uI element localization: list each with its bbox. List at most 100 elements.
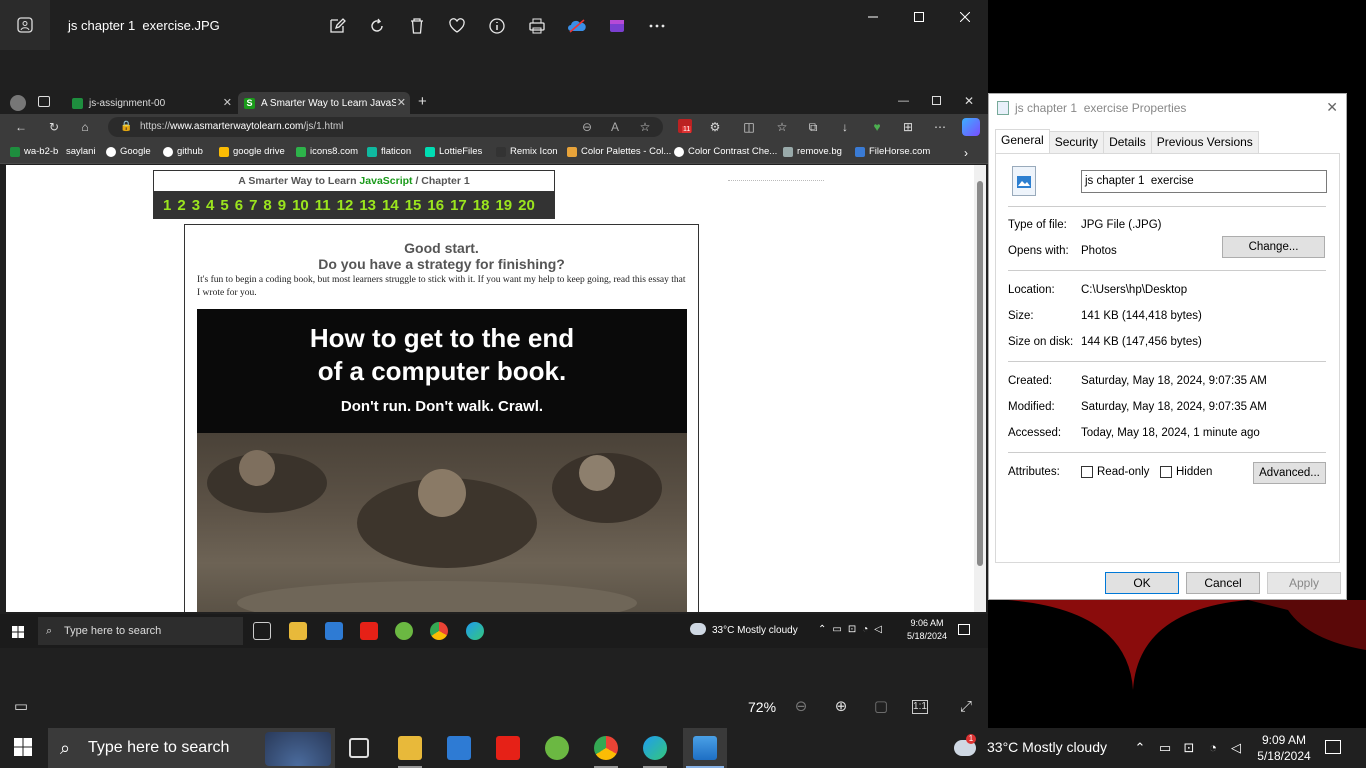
maximize-icon[interactable] <box>896 0 942 34</box>
tab-close-icon[interactable]: ✕ <box>223 96 232 109</box>
extensions-icon[interactable]: ⚙ <box>708 120 722 134</box>
volume-muted-icon[interactable]: ◁ <box>1228 740 1244 756</box>
actual-size-icon[interactable]: 1:1 <box>912 700 928 714</box>
chapter-link[interactable]: 1 <box>160 197 174 214</box>
favorites-icon[interactable]: ☆ <box>775 120 789 134</box>
settings-more-icon[interactable]: ⋯ <box>933 120 947 134</box>
tab-security[interactable]: Security <box>1048 131 1105 153</box>
task-view-icon[interactable] <box>349 738 369 758</box>
chapter-link[interactable]: 2 <box>174 197 188 214</box>
start-button-icon[interactable] <box>14 738 34 758</box>
chapter-link[interactable]: 7 <box>246 197 260 214</box>
rotate-icon[interactable] <box>362 12 392 40</box>
chapter-link[interactable]: 5 <box>217 197 231 214</box>
change-button[interactable]: Change... <box>1222 236 1325 258</box>
fav-lottiefiles[interactable]: LottieFiles <box>425 146 482 157</box>
fav-color-palettes[interactable]: Color Palettes - Col... <box>567 146 671 157</box>
minimize-icon[interactable] <box>850 0 896 34</box>
chapter-link[interactable]: 20 <box>515 197 538 214</box>
chapter-link[interactable]: 4 <box>203 197 217 214</box>
weather-text[interactable]: 33°C Mostly cloudy <box>987 739 1107 755</box>
readonly-checkbox[interactable]: Read-only <box>1081 466 1149 478</box>
fav-wa-b2-b[interactable]: wa-b2-b <box>10 146 58 157</box>
fav-github[interactable]: github <box>163 146 203 157</box>
chapter-link[interactable]: 12 <box>334 197 357 214</box>
chapter-link[interactable]: 19 <box>492 197 515 214</box>
tab-previous-versions[interactable]: Previous Versions <box>1150 131 1259 153</box>
edge-icon[interactable] <box>643 736 667 760</box>
chapter-link[interactable]: 18 <box>470 197 493 214</box>
chapter-link[interactable]: 17 <box>447 197 470 214</box>
close-icon[interactable] <box>942 0 988 34</box>
fav-saylani[interactable]: saylani <box>66 146 96 157</box>
chapter-link[interactable]: 13 <box>356 197 379 214</box>
search-box[interactable]: ⌕ Type here to search <box>48 728 335 768</box>
chapter-link[interactable]: 8 <box>260 197 274 214</box>
fav-google-drive[interactable]: google drive <box>219 146 285 157</box>
clock[interactable]: 9:09 AM 5/18/2024 <box>1251 732 1317 764</box>
copilot-icon[interactable] <box>962 118 980 136</box>
hidden-checkbox[interactable]: Hidden <box>1160 466 1212 478</box>
chapter-link[interactable]: 3 <box>189 197 203 214</box>
essay-banner-image[interactable]: How to get to the end of a computer book… <box>197 309 687 612</box>
battery-icon[interactable]: ▭ <box>1157 740 1173 756</box>
info-icon[interactable] <box>482 12 512 40</box>
zoom-out-icon[interactable]: ⊖ <box>792 698 810 716</box>
webpage-scrollbar[interactable] <box>974 165 986 612</box>
tab-smarter-way[interactable]: S A Smarter Way to Learn JavaScript ✕ <box>238 92 410 114</box>
chapter-link[interactable]: 9 <box>275 197 289 214</box>
file-explorer-icon[interactable] <box>398 736 422 760</box>
read-aloud-icon[interactable]: A <box>608 120 622 134</box>
apps-icon[interactable]: ⊞ <box>901 120 915 134</box>
chapter-link[interactable]: 16 <box>424 197 447 214</box>
apply-button[interactable]: Apply <box>1267 572 1341 594</box>
notification-center-icon[interactable] <box>1325 740 1341 754</box>
youtube-icon[interactable] <box>496 736 520 760</box>
favorites-more-icon[interactable]: › <box>964 146 968 160</box>
filmstrip-icon[interactable]: ▭ <box>12 698 30 716</box>
tab-js-assignment[interactable]: js-assignment-00 ✕ <box>66 92 236 114</box>
home-icon[interactable]: ⌂ <box>78 120 92 134</box>
clipchamp-icon[interactable] <box>602 12 632 40</box>
print-icon[interactable] <box>522 12 552 40</box>
advanced-button[interactable]: Advanced... <box>1253 462 1326 484</box>
fav-google[interactable]: Google <box>106 146 151 157</box>
split-screen-icon[interactable]: ◫ <box>742 120 756 134</box>
chapter-link[interactable]: 6 <box>232 197 246 214</box>
zoom-in-icon[interactable]: ⊕ <box>832 698 850 716</box>
meet-now-icon[interactable]: ⊡ <box>1181 740 1197 756</box>
delete-icon[interactable] <box>402 12 432 40</box>
tab-close-icon[interactable]: ✕ <box>397 96 406 109</box>
photos-app-icon[interactable] <box>0 0 50 50</box>
fit-to-window-icon[interactable]: ▢ <box>872 698 890 716</box>
fav-icons8[interactable]: icons8.com <box>296 146 358 157</box>
fav-filehorse[interactable]: FileHorse.com <box>855 146 930 157</box>
tab-general[interactable]: General <box>995 129 1050 153</box>
star-icon[interactable]: ☆ <box>638 120 652 134</box>
chrome-icon[interactable] <box>594 736 618 760</box>
browser-minimize-icon[interactable]: — <box>898 95 909 107</box>
profile-avatar[interactable] <box>10 95 26 111</box>
browser-essentials-icon[interactable]: ♥ <box>870 120 884 134</box>
chapter-link[interactable]: 11 <box>312 197 334 214</box>
onedrive-icon[interactable] <box>562 12 592 40</box>
filename-input[interactable]: js chapter 1 exercise <box>1081 170 1327 193</box>
wifi-icon[interactable]: ◔ <box>1205 740 1221 756</box>
refresh-icon[interactable]: ↻ <box>47 120 61 134</box>
fullscreen-icon[interactable]: ⤢ <box>957 698 975 716</box>
tab-details[interactable]: Details <box>1103 131 1152 153</box>
tab-actions-icon[interactable] <box>38 96 50 107</box>
back-icon[interactable]: ← <box>14 120 28 134</box>
fav-color-contrast[interactable]: Color Contrast Che... <box>674 146 777 157</box>
download-icon[interactable]: ↓ <box>838 120 852 134</box>
chapter-link[interactable]: 14 <box>379 197 402 214</box>
fav-remix-icon[interactable]: Remix Icon <box>496 146 558 157</box>
new-tab-icon[interactable]: + <box>418 93 427 110</box>
ok-button[interactable]: OK <box>1105 572 1179 594</box>
more-icon[interactable] <box>642 12 672 40</box>
zoom-out-url-icon[interactable]: ⊖ <box>580 120 594 134</box>
cancel-button[interactable]: Cancel <box>1186 572 1260 594</box>
photos-icon[interactable] <box>693 736 717 760</box>
dialog-close-icon[interactable]: ✕ <box>1326 99 1338 116</box>
chevron-up-icon[interactable]: ⌃ <box>1132 740 1148 756</box>
